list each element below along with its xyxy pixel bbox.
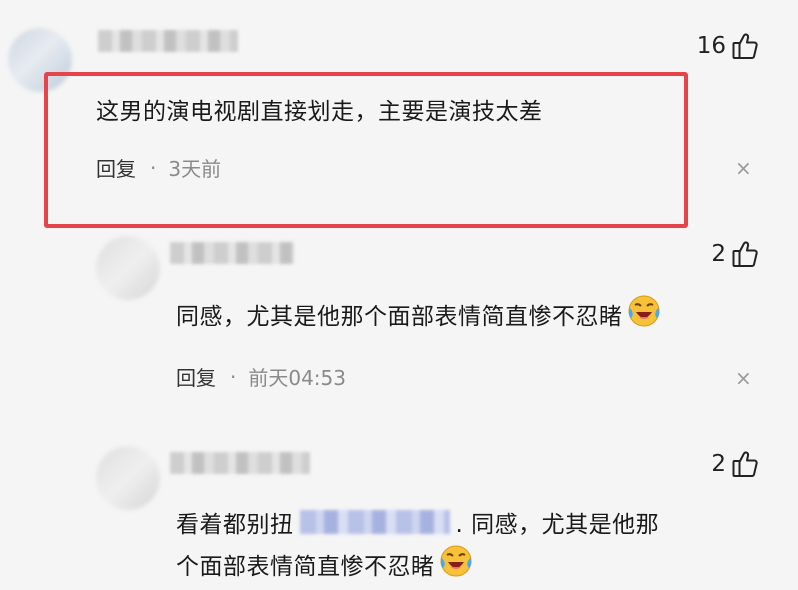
thumbs-up-icon (732, 450, 758, 478)
avatar[interactable] (96, 446, 160, 510)
like-button[interactable]: 16 (697, 32, 758, 60)
username-blurred[interactable] (170, 242, 294, 264)
like-count: 16 (696, 33, 726, 59)
like-button[interactable]: 2 (711, 240, 758, 268)
comment-text-line1: 看着都别扭 . 同感，尤其是他那 (176, 505, 659, 539)
mention-blurred[interactable] (299, 510, 450, 534)
like-count: 2 (711, 241, 726, 267)
comment-text: 同感，尤其是他那个面部表情简直惨不忍睹 (176, 294, 661, 334)
avatar[interactable] (96, 236, 160, 300)
comment-text-suffix: . 同感，尤其是他那 (455, 512, 660, 538)
like-count: 2 (711, 451, 726, 477)
like-button[interactable]: 2 (711, 450, 758, 478)
comment-meta: 回复 · 3天前 (96, 153, 221, 182)
thumbs-up-icon (732, 32, 758, 60)
comment-text: 这男的演电视剧直接划走，主要是演技太差 (96, 99, 543, 125)
meta-separator: · (230, 364, 237, 389)
comment-time: 3天前 (168, 157, 222, 181)
crying-laughing-emoji (627, 294, 661, 334)
comment-time: 前天04:53 (248, 366, 346, 390)
comment-meta: 回复 · 前天04:53 (176, 362, 346, 391)
reply-button[interactable]: 回复 (176, 362, 216, 391)
close-icon[interactable]: × (735, 158, 752, 178)
comment-text-prefix: 看着都别扭 (176, 512, 294, 538)
comment-text-body: 个面部表情简直惨不忍睹 (176, 554, 435, 580)
reply-button[interactable]: 回复 (96, 153, 136, 182)
comment-text-line2: 个面部表情简直惨不忍睹 (176, 544, 473, 584)
username-blurred[interactable] (170, 452, 310, 474)
meta-separator: · (150, 155, 157, 180)
close-icon[interactable]: × (735, 368, 752, 388)
crying-laughing-emoji (439, 544, 473, 584)
thumbs-up-icon (732, 240, 758, 268)
comment-text-body: 同感，尤其是他那个面部表情简直惨不忍睹 (176, 304, 623, 330)
username-blurred[interactable] (98, 30, 238, 52)
